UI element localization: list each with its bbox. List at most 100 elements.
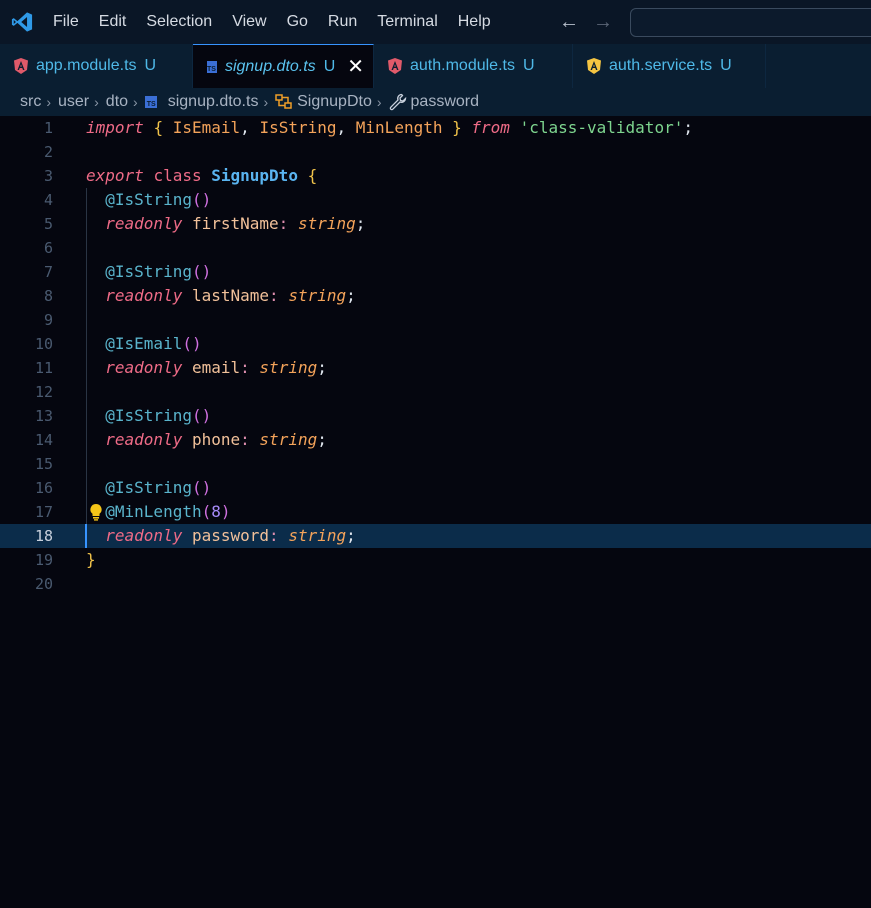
angular-service-icon (587, 58, 601, 74)
typescript-icon: TS (144, 96, 157, 108)
chevron-right-icon: › (133, 94, 138, 110)
line-number: 14 (34, 431, 53, 449)
line-number: 20 (34, 575, 53, 593)
untracked-badge: U (144, 57, 157, 74)
close-icon[interactable]: ✕ (347, 57, 364, 77)
tab-app-module[interactable]: app.module.ts U (0, 44, 193, 88)
line-number: 17 (34, 503, 53, 521)
forward-arrow-icon[interactable]: → (592, 11, 614, 34)
breadcrumb-class-label: SignupDto (297, 93, 372, 110)
line-number: 9 (43, 311, 53, 329)
code-line: 3 export class SignupDto { (0, 164, 871, 188)
line-number: 15 (34, 455, 53, 473)
angular-icon (14, 58, 28, 74)
code-line: 2 (0, 140, 871, 164)
code-line-current: 18 readonly password: string; (0, 524, 871, 548)
symbol-class-icon (275, 94, 292, 109)
code-text: export class SignupDto { (86, 166, 318, 185)
breadcrumb-dto[interactable]: dto (106, 93, 128, 111)
code-line: 20 (0, 572, 871, 596)
lightbulb-icon[interactable] (89, 503, 103, 521)
code-text: readonly password: string; (105, 526, 356, 545)
code-editor[interactable]: 1 import { IsEmail, IsString, MinLength … (0, 116, 871, 908)
line-number: 11 (34, 359, 53, 377)
line-number: 4 (43, 191, 53, 209)
menu-edit[interactable]: Edit (89, 0, 137, 44)
menu-selection[interactable]: Selection (136, 0, 222, 44)
command-center-search[interactable] (630, 8, 871, 37)
line-number: 16 (34, 479, 53, 497)
code-line: 13 @IsString() (0, 404, 871, 428)
line-number: 10 (34, 335, 53, 353)
untracked-badge: U (522, 57, 535, 74)
line-number: 7 (43, 263, 53, 281)
code-text: @IsEmail() (105, 334, 202, 353)
chevron-right-icon: › (94, 94, 99, 110)
line-number: 1 (43, 119, 53, 137)
line-number: 12 (34, 383, 53, 401)
line-number: 6 (43, 239, 53, 257)
code-text: @IsString() (105, 262, 212, 281)
code-line: 7 @IsString() (0, 260, 871, 284)
line-number: 13 (34, 407, 53, 425)
code-line: 9 (0, 308, 871, 332)
line-number: 5 (43, 215, 53, 233)
line-number: 19 (34, 551, 53, 569)
typescript-icon: TS (207, 60, 217, 73)
line-number: 18 (34, 527, 53, 545)
line-number: 8 (43, 287, 53, 305)
tab-auth-module[interactable]: auth.module.ts U (374, 44, 573, 88)
code-text: @IsString() (105, 190, 212, 209)
code-line: 6 (0, 236, 871, 260)
code-line: 8 readonly lastName: string; (0, 284, 871, 308)
code-text: } (86, 550, 96, 569)
breadcrumb-property[interactable]: password (389, 93, 479, 111)
code-text: readonly email: string; (105, 358, 327, 377)
line-number: 3 (43, 167, 53, 185)
code-line: 12 (0, 380, 871, 404)
code-line: 11 readonly email: string; (0, 356, 871, 380)
menu-run[interactable]: Run (318, 0, 367, 44)
text-cursor (85, 524, 87, 548)
breadcrumb-file[interactable]: TS signup.dto.ts (144, 93, 259, 111)
breadcrumb-property-label: password (410, 93, 479, 110)
code-text: readonly firstName: string; (105, 214, 366, 233)
angular-icon (388, 58, 402, 74)
menu-help[interactable]: Help (448, 0, 501, 44)
tab-auth-service[interactable]: auth.service.ts U (573, 44, 766, 88)
tab-label: auth.module.ts (410, 57, 515, 74)
code-text: readonly lastName: string; (105, 286, 356, 305)
code-line: 5 readonly firstName: string; (0, 212, 871, 236)
untracked-badge: U (323, 57, 336, 75)
menu-file[interactable]: File (44, 0, 89, 44)
chevron-right-icon: › (46, 94, 51, 110)
code-line: 15 (0, 452, 871, 476)
breadcrumb: src › user › dto › TS signup.dto.ts › Si… (0, 88, 871, 116)
breadcrumb-user[interactable]: user (58, 93, 89, 111)
tab-signup-dto[interactable]: TS signup.dto.ts U ✕ (193, 44, 374, 88)
code-line: 14 readonly phone: string; (0, 428, 871, 452)
code-text: @IsString() (105, 478, 212, 497)
breadcrumb-class[interactable]: SignupDto (275, 93, 372, 111)
breadcrumb-src[interactable]: src (20, 93, 41, 111)
code-text: readonly phone: string; (105, 430, 327, 449)
menu-bar: File Edit Selection View Go Run Terminal… (44, 0, 501, 44)
menu-go[interactable]: Go (277, 0, 318, 44)
code-line: 17 @MinLength(8) (0, 500, 871, 524)
breadcrumb-file-label: signup.dto.ts (167, 93, 259, 110)
tab-label: auth.service.ts (609, 57, 713, 74)
code-line: 10 @IsEmail() (0, 332, 871, 356)
vscode-logo-icon (0, 0, 44, 44)
code-text: import { IsEmail, IsString, MinLength } … (86, 118, 693, 137)
back-arrow-icon[interactable]: ← (558, 11, 580, 34)
navigation-arrows: ← → (558, 0, 614, 44)
editor-tab-bar: app.module.ts U TS signup.dto.ts U ✕ aut… (0, 44, 871, 88)
code-line: 19 } (0, 548, 871, 572)
code-text: @IsString() (105, 406, 212, 425)
tab-label: app.module.ts (36, 57, 137, 74)
chevron-right-icon: › (263, 94, 269, 110)
line-number: 2 (43, 143, 53, 161)
menu-view[interactable]: View (222, 0, 276, 44)
code-line: 16 @IsString() (0, 476, 871, 500)
menu-terminal[interactable]: Terminal (367, 0, 447, 44)
